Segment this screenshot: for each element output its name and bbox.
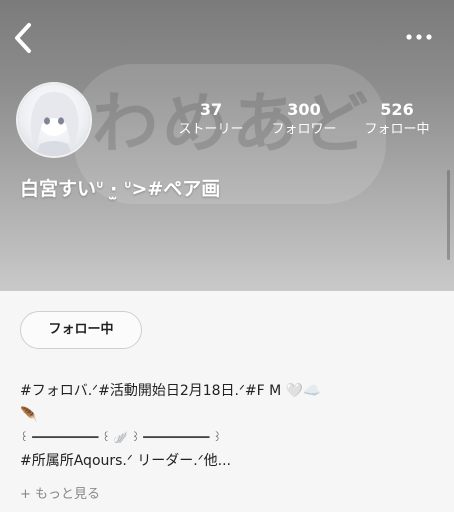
show-more-link[interactable]: + もっと見る <box>20 483 100 502</box>
stat-following[interactable]: 526 フォロー中 <box>351 100 443 140</box>
avatar-illustration <box>30 92 79 156</box>
bio-line: #所属所Aqours.ᐟ リーダー.ᐟ他... <box>20 453 231 469</box>
back-button[interactable] <box>10 20 36 56</box>
profile-content: フォロー中 #フォロバ.ᐟ#活動開始日2月18日.ᐟ#F M 🤍☁️ 🪶 ꒰ ━… <box>0 291 454 512</box>
profile-name: 白宮すいᐡ ·̫ ᐡ>#ペア画 <box>20 178 221 200</box>
stat-following-label: フォロー中 <box>364 122 430 137</box>
profile-stats: 37 ストーリー 300 フォロワー 526 フォロー中 <box>165 100 450 140</box>
stat-followers-label: フォロワー <box>271 122 337 137</box>
stat-stories[interactable]: 37 ストーリー <box>165 100 257 140</box>
avatar[interactable] <box>18 84 90 156</box>
chevron-left-icon <box>15 23 31 53</box>
stat-following-count: 526 <box>380 100 414 119</box>
scrollbar[interactable] <box>447 170 450 260</box>
stat-stories-count: 37 <box>199 100 223 119</box>
stat-followers-count: 300 <box>287 100 321 119</box>
more-horizontal-icon <box>406 34 432 40</box>
more-options-button[interactable] <box>402 28 436 46</box>
profile-header: わめあど 37 ストーリー 300 フォロワー 526 フォロー中 白宮すいᐡ … <box>0 0 454 291</box>
following-button[interactable]: フォロー中 <box>20 311 142 349</box>
bio-line: #フォロバ.ᐟ#活動開始日2月18日.ᐟ#F M 🤍☁️ <box>20 383 321 399</box>
stat-stories-label: ストーリー <box>178 122 244 137</box>
stat-followers[interactable]: 300 フォロワー <box>258 100 350 140</box>
bio-divider: ꒰ ━━━━━━━━━━ ꒰ 🪽 ꒱ ━━━━━━━━━━ ꒱ <box>20 431 222 444</box>
bio-line: 🪶 <box>20 407 38 423</box>
profile-bio: #フォロバ.ᐟ#活動開始日2月18日.ᐟ#F M 🤍☁️ 🪶 ꒰ ━━━━━━━… <box>20 379 440 473</box>
